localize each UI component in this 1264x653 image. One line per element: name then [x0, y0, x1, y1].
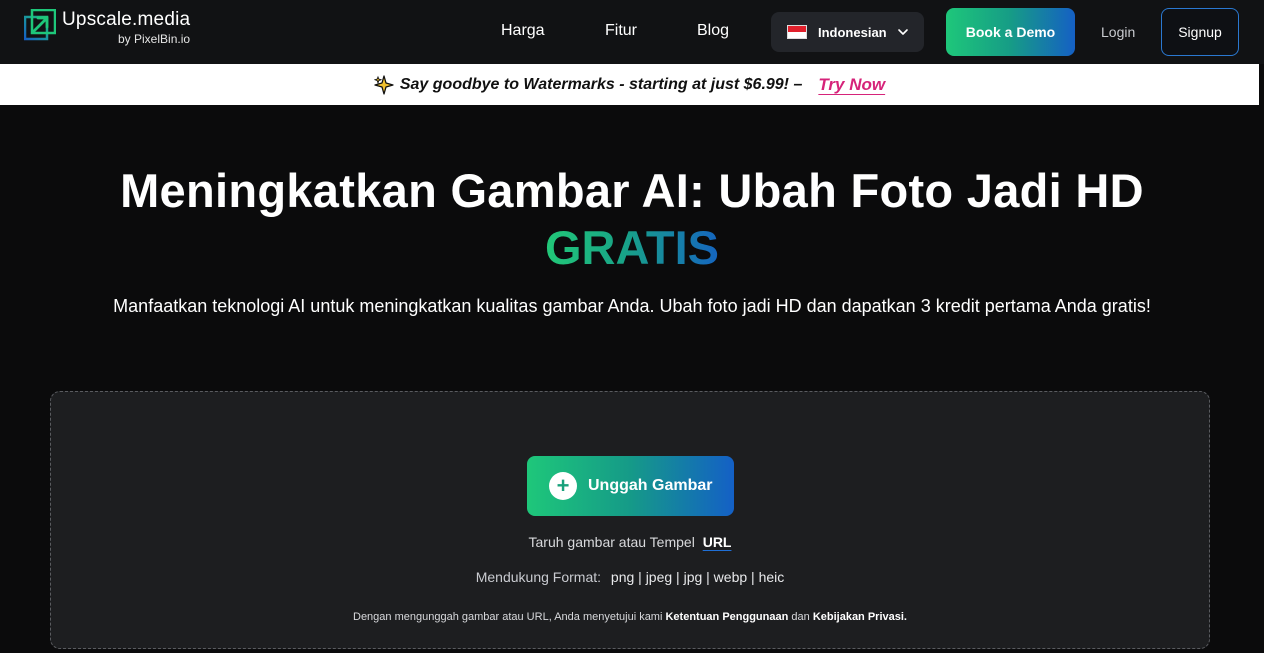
formats-label: Mendukung Format: [475, 569, 602, 585]
language-selector[interactable]: Indonesian [771, 12, 924, 52]
hero-accent: GRATIS [0, 220, 1264, 275]
brand-logo[interactable]: Upscale.media by PixelBin.io [24, 9, 190, 46]
terms-notice: Dengan mengunggah gambar atau URL, Anda … [51, 611, 1209, 623]
terms-prefix: Dengan mengunggah gambar atau URL, Anda … [353, 611, 663, 623]
upload-dropzone[interactable]: + Unggah Gambar Taruh gambar atau Tempel… [50, 391, 1210, 649]
formats-list: png | jpeg | jpg | webp | heic [610, 569, 785, 585]
terms-of-use-link[interactable]: Ketentuan Penggunaan [665, 611, 788, 623]
promo-banner: Say goodbye to Watermarks - starting at … [0, 64, 1259, 105]
promo-text: Say goodbye to Watermarks - starting at … [399, 75, 803, 93]
try-now-link[interactable]: Try Now [818, 75, 885, 95]
drop-hint-text: Taruh gambar atau Tempel [528, 534, 695, 550]
login-link[interactable]: Login [1101, 24, 1135, 40]
terms-and: dan [791, 611, 810, 623]
plus-icon: + [549, 472, 577, 500]
drop-hint: Taruh gambar atau Tempel URL [51, 534, 1209, 550]
privacy-policy-link[interactable]: Kebijakan Privasi. [813, 611, 907, 623]
brand-sub: by PixelBin.io [118, 32, 191, 46]
signup-button[interactable]: Signup [1161, 8, 1239, 56]
supported-formats: Mendukung Format: png | jpeg | jpg | web… [51, 569, 1209, 585]
hero-title: Meningkatkan Gambar AI: Ubah Foto Jadi H… [120, 164, 1144, 217]
scrollbar-gap [1259, 64, 1264, 105]
nav-link-harga[interactable]: Harga [501, 22, 545, 40]
paste-url-link[interactable]: URL [703, 534, 732, 550]
upload-button-label: Unggah Gambar [588, 477, 713, 494]
hero-accent-text: GRATIS [544, 221, 720, 274]
hero-subtitle: Manfaatkan teknologi AI untuk meningkatk… [113, 296, 1151, 316]
brand-name: Upscale.media [62, 9, 191, 30]
nav-link-fitur[interactable]: Fitur [605, 22, 637, 40]
upscale-logo-icon [24, 9, 56, 41]
top-navbar: Upscale.media by PixelBin.io Harga Fitur… [0, 0, 1264, 64]
sparkle-icon [373, 74, 394, 95]
chevron-down-icon [897, 29, 908, 35]
book-demo-button[interactable]: Book a Demo [946, 8, 1075, 56]
language-label: Indonesian [818, 24, 887, 40]
indonesia-flag-icon [787, 25, 807, 39]
nav-link-blog[interactable]: Blog [697, 22, 729, 40]
upload-image-button[interactable]: + Unggah Gambar [527, 456, 734, 516]
